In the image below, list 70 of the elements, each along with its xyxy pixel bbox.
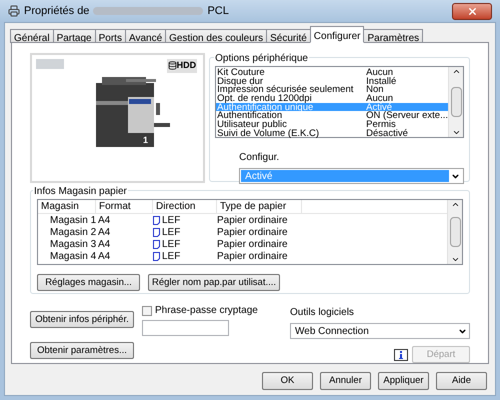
field-label: Configur.	[239, 151, 280, 165]
tab[interactable]: Gestion des couleurs	[165, 29, 268, 43]
tools-dropdown[interactable]: Web Connection	[290, 323, 470, 339]
option-name: Authentification	[216, 111, 282, 120]
table-cell-text: A4	[97, 250, 112, 264]
table-cell-text: Papier ordinaire	[217, 250, 288, 264]
dropdown-value: Web Connection	[295, 324, 370, 338]
option-name: Kit Couture	[216, 68, 266, 77]
column-header[interactable]: Type de papier	[217, 200, 302, 213]
dialog-button[interactable]: OK	[262, 372, 313, 390]
column-header[interactable]: Direction	[153, 200, 217, 213]
dialog-button[interactable]: Annuler	[320, 372, 371, 390]
option-value: Désactivé	[366, 128, 408, 138]
option-value: Permis	[366, 120, 396, 129]
dropdown-value: Activé	[241, 170, 449, 182]
tab[interactable]: Général	[10, 29, 54, 43]
table-cell-text: A4	[97, 238, 112, 252]
option-value: Aucun	[366, 68, 394, 77]
column-header[interactable]: Magasin	[38, 200, 96, 213]
option-value: Aucun	[366, 94, 394, 103]
field-label: Outils logiciels	[290, 306, 355, 320]
window-title: Propriétés de	[24, 4, 90, 19]
option-name: Impression sécurisée seulement	[216, 85, 354, 94]
group-title: Infos Magasin papier	[33, 184, 128, 199]
option-name: Opt. de rendu 1200dpi	[216, 94, 312, 103]
option-row[interactable]: Disque dur Installé	[216, 76, 448, 86]
table-cell-text: LEF	[162, 250, 180, 264]
option-name: Authentification unique	[216, 102, 314, 112]
checkbox-label: Phrase-passe cryptage	[155, 304, 258, 318]
option-name: Suivi de Volume (E.K.C)	[216, 128, 320, 138]
tab[interactable]: Configurer	[310, 26, 364, 43]
option-row[interactable]: Opt. de rendu 1200dpi Aucun	[216, 94, 448, 103]
option-row[interactable]: Impression sécurisée seulement Non	[216, 85, 448, 94]
tab[interactable]: Sécurité	[266, 29, 311, 43]
table-cell-text: A4	[97, 214, 112, 228]
table-cell-text: A4	[97, 226, 112, 240]
option-value: Activé	[366, 102, 392, 112]
table-cell-text: Papier ordinaire	[217, 238, 288, 252]
column-header[interactable]: Format	[96, 200, 153, 213]
table-cell-text: LEF	[162, 214, 180, 228]
tab[interactable]: Ports	[94, 29, 126, 43]
tray-number: 1	[143, 135, 148, 145]
table-cell-text: LEF	[162, 226, 180, 240]
option-row[interactable]: Utilisateur public Permis	[216, 120, 448, 129]
dialog-button[interactable]: Obtenir paramètres...	[30, 342, 134, 359]
dialog-button[interactable]: Obtenir infos périphér.	[30, 311, 134, 328]
tab[interactable]: Paramètres	[363, 29, 424, 43]
dialog-button[interactable]: Aide	[436, 372, 487, 390]
table-cell-text: Magasin 3	[49, 238, 96, 252]
tab[interactable]: Partage	[52, 29, 96, 43]
option-value: ON (Serveur exte...	[366, 111, 448, 120]
option-name: Utilisateur public	[216, 120, 288, 129]
option-row[interactable]: Authentification ON (Serveur exte...	[216, 111, 448, 120]
table-cell-text: Magasin 4	[49, 250, 96, 264]
option-row[interactable]: Suivi de Volume (E.K.C) Désactivé	[216, 128, 448, 138]
option-value: Non	[366, 85, 384, 94]
table-cell-text: Papier ordinaire	[217, 214, 288, 228]
group-title: Options périphérique	[214, 51, 309, 66]
option-value: Installé	[366, 76, 396, 86]
option-name: Disque dur	[216, 76, 264, 86]
hdd-badge: HDD	[166, 59, 198, 72]
dialog-button[interactable]: Régler nom pap.par utilisat....	[148, 274, 280, 291]
option-row[interactable]: Kit Couture Aucun	[216, 68, 448, 77]
table-cell-text: Papier ordinaire	[217, 226, 288, 240]
table-cell-text: Magasin 1	[49, 214, 96, 228]
window-title: PCL	[207, 4, 229, 19]
dialog-button[interactable]: Appliquer	[378, 372, 429, 390]
dialog-button[interactable]: Réglages magasin...	[37, 274, 140, 291]
table-cell-text: Magasin 2	[49, 226, 96, 240]
table-cell-text: LEF	[162, 238, 180, 252]
